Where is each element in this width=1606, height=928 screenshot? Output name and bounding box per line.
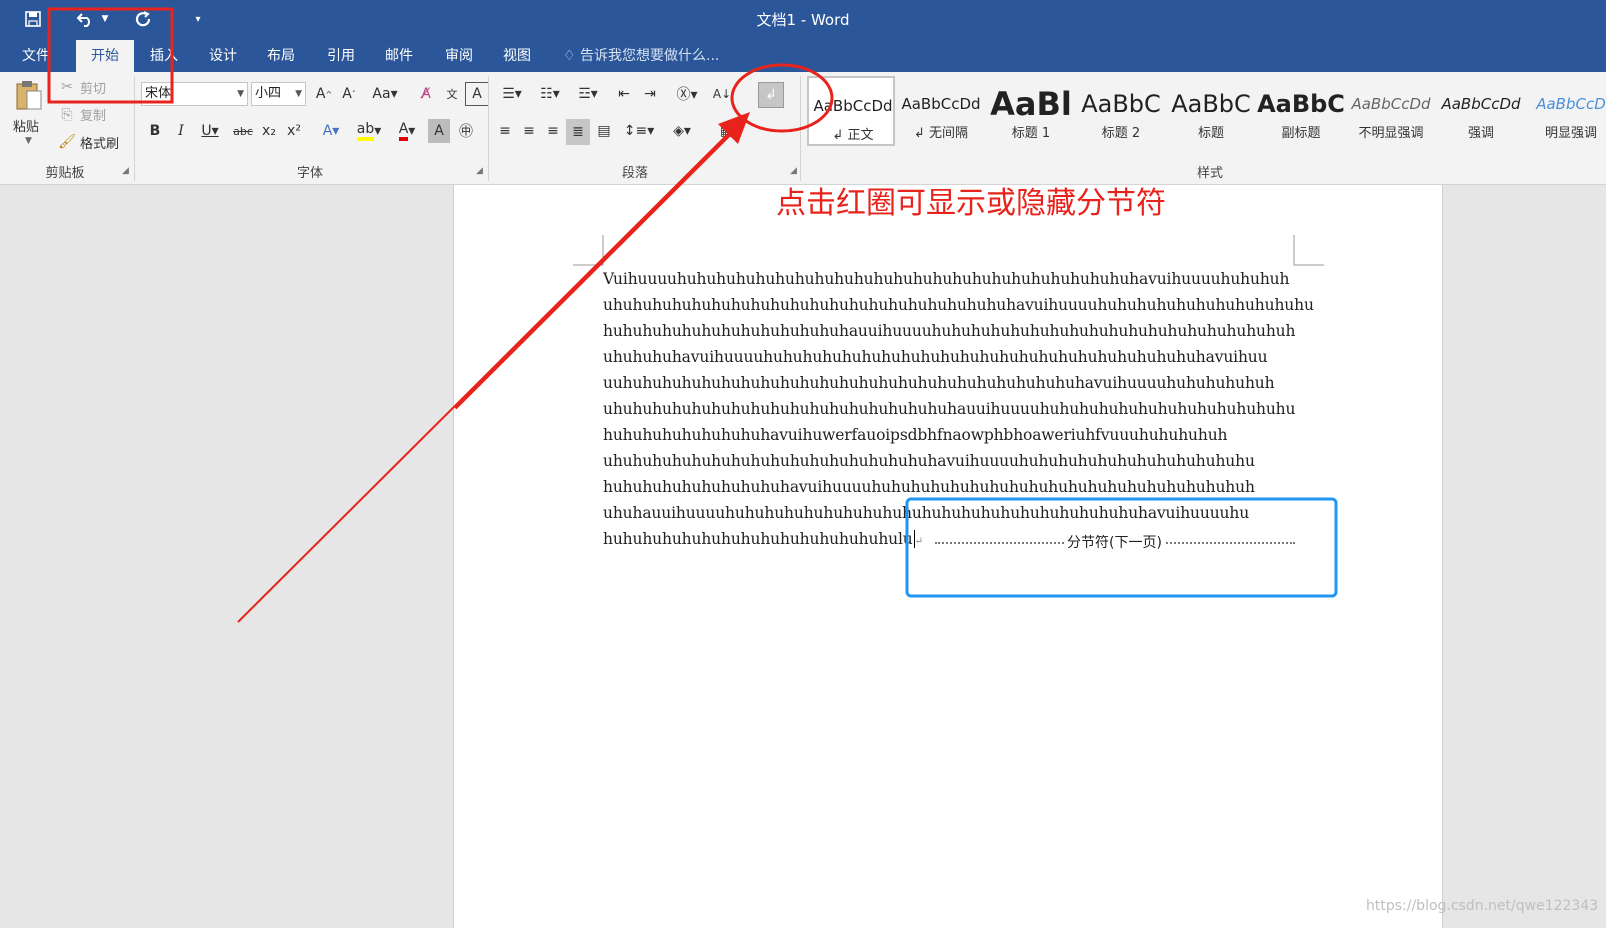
- arrow-thick-line: [453, 130, 734, 410]
- annotation-callout-text: 点击红圈可显示或隐藏分节符: [776, 186, 1166, 221]
- show-hide-highlight-circle: [730, 63, 834, 133]
- section-break-highlight-box: [905, 497, 1338, 598]
- qat-highlight-box: [47, 7, 174, 104]
- watermark-text: https://blog.csdn.net/qwe122343: [1366, 898, 1599, 914]
- annotation-overlay: [47, 7, 1338, 623]
